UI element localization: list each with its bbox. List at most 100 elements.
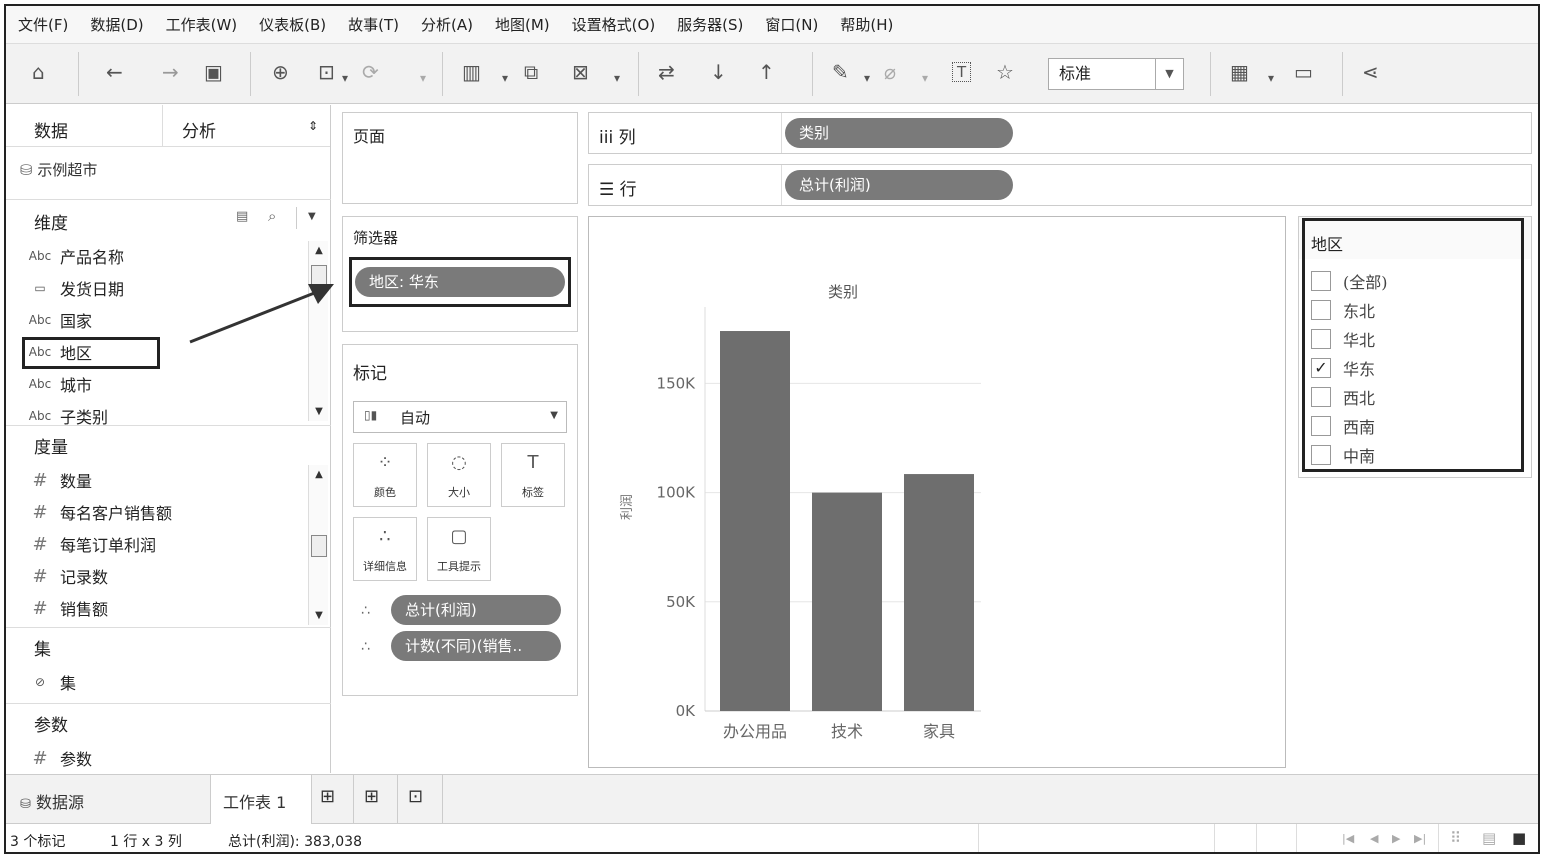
legend-item[interactable]: 华北: [1311, 327, 1375, 351]
menu-item[interactable]: 文件(F): [18, 14, 68, 35]
checkbox[interactable]: [1311, 416, 1331, 436]
chevron-down-icon[interactable]: ▾: [614, 66, 620, 90]
menu-item[interactable]: 分析(A): [421, 14, 473, 35]
chevron-down-icon[interactable]: ▾: [922, 66, 928, 90]
search-icon[interactable]: ⌕: [268, 207, 276, 225]
menu-item[interactable]: 设置格式(O): [572, 14, 656, 35]
pin-icon[interactable]: ☆: [996, 60, 1014, 84]
measure-scrollbar[interactable]: ▲ ▼: [308, 465, 328, 625]
measure-item[interactable]: # 记录数: [20, 563, 108, 589]
legend-item[interactable]: ✓ 华东: [1311, 356, 1375, 380]
legend-item[interactable]: 东北: [1311, 298, 1375, 322]
list-view-icon[interactable]: ▤: [236, 209, 248, 224]
pause-updates-icon[interactable]: ⊡: [318, 60, 335, 84]
filmstrip-view-icon[interactable]: ▤: [1482, 829, 1496, 847]
home-icon[interactable]: ⌂: [32, 60, 45, 84]
field-item[interactable]: # 参数: [20, 745, 92, 771]
chevron-down-icon[interactable]: ▼: [550, 410, 558, 421]
sort-ascending-icon[interactable]: ↓: [710, 60, 727, 84]
rows-shelf[interactable]: ☰ 行 总计(利润): [588, 164, 1532, 206]
menu-item[interactable]: 窗口(N): [765, 14, 818, 35]
new-datasource-icon[interactable]: ⊕: [272, 60, 289, 84]
legend-item[interactable]: 西北: [1311, 385, 1375, 409]
scroll-down-icon[interactable]: ▼: [309, 610, 329, 621]
chevron-down-icon[interactable]: ▾: [502, 66, 508, 90]
legend-item[interactable]: 西南: [1311, 414, 1375, 438]
share-icon[interactable]: ⋖: [1362, 60, 1379, 84]
menu-item[interactable]: 服务器(S): [677, 14, 743, 35]
chevron-down-icon[interactable]: ▼: [308, 211, 316, 222]
save-icon[interactable]: ▣: [204, 60, 223, 84]
scroll-up-icon[interactable]: ▲: [309, 469, 329, 480]
columns-pill[interactable]: 类别: [785, 118, 1013, 148]
new-worksheet-icon[interactable]: ▥: [462, 60, 481, 84]
duplicate-sheet-icon[interactable]: ⧉: [524, 60, 538, 84]
scroll-up-icon[interactable]: ▲: [309, 245, 329, 256]
measure-item[interactable]: # 每名客户销售额: [20, 499, 172, 525]
dimension-item[interactable]: Abc 产品名称: [20, 243, 124, 269]
sort-descending-icon[interactable]: ↑: [758, 60, 775, 84]
refresh-icon[interactable]: ⟳: [362, 60, 379, 84]
datasource-tab[interactable]: ⛁ 数据源: [20, 789, 84, 813]
columns-shelf[interactable]: iii 列 类别: [588, 112, 1532, 154]
scroll-thumb[interactable]: [311, 535, 327, 557]
mark-pill[interactable]: 计数(不同)(销售..: [391, 631, 561, 661]
pages-card[interactable]: 页面: [342, 112, 578, 204]
highlight-icon[interactable]: ✎: [832, 60, 849, 84]
checkbox[interactable]: ✓: [1311, 358, 1331, 378]
dimension-item[interactable]: Abc 国家: [20, 307, 92, 333]
show-me-icon[interactable]: ▦: [1230, 60, 1249, 84]
menu-item[interactable]: 数据(D): [90, 14, 143, 35]
measure-item[interactable]: # 数量: [20, 467, 92, 493]
chevron-down-icon[interactable]: ▾: [1268, 66, 1274, 90]
checkbox[interactable]: [1311, 329, 1331, 349]
field-item[interactable]: ⊘ 集: [20, 669, 76, 695]
checkbox[interactable]: [1311, 445, 1331, 465]
detail-button[interactable]: ∴ 详细信息: [353, 517, 417, 581]
prev-page-icon[interactable]: ◀: [1370, 832, 1378, 845]
tab-arrows-icon[interactable]: ⇕: [308, 119, 318, 133]
presentation-mode-icon[interactable]: ▭: [1294, 60, 1313, 84]
dimension-item[interactable]: Abc 城市: [20, 371, 92, 397]
tab-data[interactable]: 数据: [34, 117, 68, 142]
menu-item[interactable]: 故事(T): [348, 14, 399, 35]
first-page-icon[interactable]: |◀: [1342, 832, 1354, 845]
mark-pill[interactable]: 总计(利润): [391, 595, 561, 625]
rows-pill[interactable]: 总计(利润): [785, 170, 1013, 200]
filters-card[interactable]: 筛选器 地区: 华东: [342, 216, 578, 332]
menu-item[interactable]: 仪表板(B): [259, 14, 326, 35]
show-labels-icon[interactable]: T: [952, 62, 972, 82]
clear-sheet-icon[interactable]: ⊠: [572, 60, 589, 84]
filter-pill[interactable]: 地区: 华东: [355, 267, 565, 297]
back-icon[interactable]: ←: [106, 60, 123, 84]
datasource-item[interactable]: ⛁ 示例超市: [20, 159, 97, 180]
menu-item[interactable]: 地图(M): [495, 14, 550, 35]
legend-item[interactable]: 中南: [1311, 443, 1375, 467]
tab-view-icon[interactable]: ■: [1512, 829, 1526, 847]
checkbox[interactable]: [1311, 387, 1331, 407]
tab-sheet-1[interactable]: 工作表 1: [211, 775, 311, 825]
new-dashboard-icon[interactable]: ⊞: [364, 786, 379, 807]
chevron-down-icon[interactable]: ▼: [1155, 59, 1183, 89]
last-page-icon[interactable]: ▶|: [1414, 832, 1426, 845]
size-button[interactable]: ◌ 大小: [427, 443, 491, 507]
measure-item[interactable]: # 每笔订单利润: [20, 531, 156, 557]
grid-view-icon[interactable]: ⠿: [1450, 829, 1461, 847]
chevron-down-icon[interactable]: ▾: [420, 66, 426, 90]
new-worksheet-icon[interactable]: ⊞: [320, 786, 335, 807]
checkbox[interactable]: [1311, 271, 1331, 291]
next-page-icon[interactable]: ▶: [1392, 832, 1400, 845]
color-button[interactable]: ⁘ 颜色: [353, 443, 417, 507]
dimension-item[interactable]: ▭ 发货日期: [20, 275, 124, 301]
legend-item[interactable]: (全部): [1311, 269, 1388, 293]
mark-type-select[interactable]: ▯▮ 自动 ▼: [353, 401, 567, 433]
group-members-icon[interactable]: ⌀: [884, 60, 896, 84]
tab-analysis[interactable]: 分析: [182, 117, 216, 142]
checkbox[interactable]: [1311, 300, 1331, 320]
label-button[interactable]: T 标签: [501, 443, 565, 507]
scroll-down-icon[interactable]: ▼: [309, 406, 329, 417]
forward-icon[interactable]: →: [162, 60, 179, 84]
tooltip-button[interactable]: ▢ 工具提示: [427, 517, 491, 581]
chevron-down-icon[interactable]: ▾: [342, 66, 348, 90]
fit-select[interactable]: 标准 ▼: [1048, 58, 1184, 90]
